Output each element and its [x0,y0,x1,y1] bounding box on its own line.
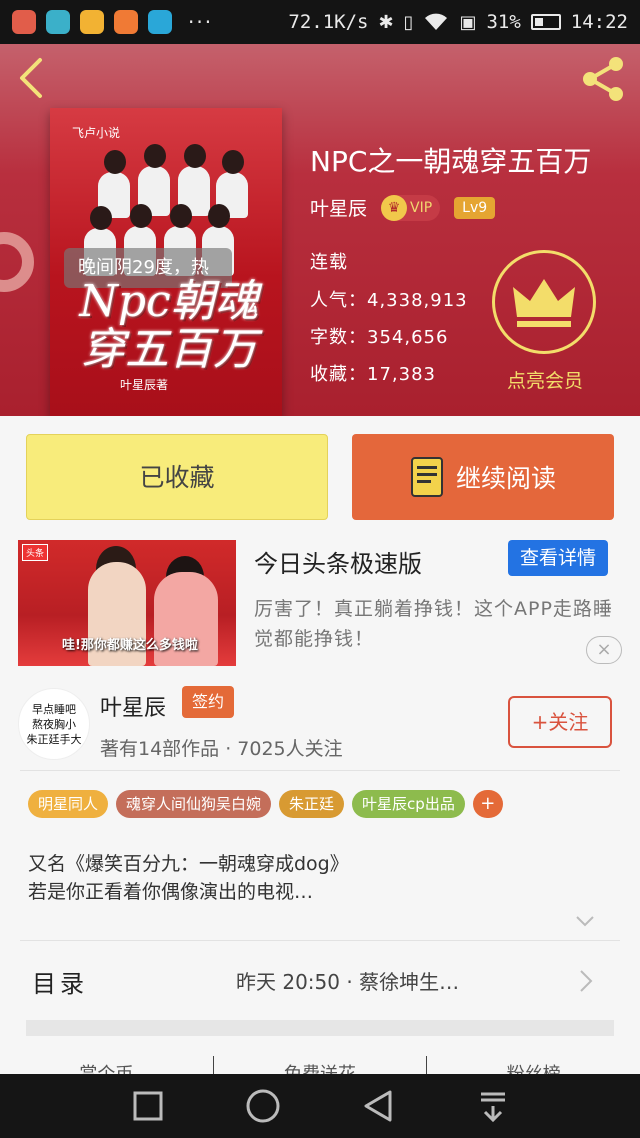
toc-label[interactable]: 目录 [32,964,88,999]
tag-item[interactable]: 明星同人 [28,790,109,818]
back-button[interactable] [12,54,58,104]
avatar-text: 熬夜胸小 [32,717,76,731]
ad-title[interactable]: 今日头条极速版 [254,544,422,579]
notification-icons: ··· [12,10,213,34]
member-button[interactable] [492,250,596,354]
back-nav-icon[interactable] [358,1086,398,1126]
chevron-down-icon[interactable] [574,910,596,932]
tab-send-flowers[interactable]: 免费送花 [214,1056,428,1076]
vip-label: VIP [410,199,433,216]
vibrate-icon: ▯ [403,11,414,33]
book-title: NPC之一朝魂穿五百万 [310,145,592,178]
chevron-right-icon[interactable] [578,968,594,994]
book-intro[interactable]: 又名《爆笑百分九：一朝魂穿成dog》 若是你正看着你偶像演出的电视… [28,850,618,906]
tag-item[interactable]: 朱正廷 [279,790,345,818]
notification-pulldown-icon[interactable] [473,1086,513,1126]
author-name[interactable]: 叶星辰 [100,690,166,722]
author-works: 著有14部作品 · 7025人关注 [100,738,343,760]
crown-icon [513,279,575,327]
intro-line: 又名《爆笑百分九：一朝魂穿成dog》 [28,853,349,875]
app-notification-icon [46,10,70,34]
battery-icon [530,14,561,30]
avatar-text: 早点睡吧 [32,702,76,716]
add-tag-button[interactable]: + [472,790,503,818]
home-icon[interactable] [243,1086,283,1126]
collected-button[interactable]: 已收藏 [26,434,328,520]
app-notification-icon [80,10,104,34]
app-notification-icon [12,10,36,34]
divider [20,770,620,771]
word-count-stat: 字数：354,656 [310,327,449,348]
share-icon [583,57,623,101]
tag-item[interactable]: 魂穿人间仙狗吴白婉 [116,790,272,818]
author-row: 叶星辰 ♛ VIP Lv9 [310,194,496,221]
status-right: 72.1K/s ✱ ▯ ▣ 31% 14:22 [288,11,628,33]
ad-detail-button[interactable]: 查看详情 [508,540,608,576]
section-separator [26,1020,614,1036]
serial-status: 连载 [310,252,348,273]
tab-fan-rank[interactable]: 粉丝榜 [427,1056,640,1076]
book-author[interactable]: 叶星辰 [310,194,367,221]
book-icon [410,457,443,497]
member-label[interactable]: 点亮会员 [480,366,610,393]
intro-line: 若是你正看着你偶像演出的电视… [28,881,314,903]
vip-badge: ♛ VIP [381,194,441,221]
recent-apps-icon[interactable] [128,1086,168,1126]
ad-source-tag: 头条 [22,544,49,561]
book-cover[interactable]: 飞卢小说 晚间阴29度，热 Npc朝魂穿五百万 叶星辰著 [50,108,282,416]
wifi-icon [425,13,448,30]
tab-reward-coin[interactable]: 赏个币 [0,1056,214,1076]
signed-badge: 签约 [182,686,234,718]
tag-list: 明星同人 魂穿人间仙狗吴白婉 朱正廷 叶星辰cp出品 + [28,790,503,818]
chevron-left-icon [20,58,42,98]
share-button[interactable] [578,54,628,104]
tag-item[interactable]: 叶星辰cp出品 [352,790,465,818]
continue-reading-label: 继续阅读 [455,464,556,493]
book-header: 飞卢小说 晚间阴29度，热 Npc朝魂穿五百万 叶星辰著 NPC之一朝魂穿五百万… [0,44,640,416]
ad-close-button[interactable]: × [586,636,622,664]
sim-icon: ▣ [459,11,477,33]
favorites-stat: 收藏：17,383 [310,364,436,385]
bluetooth-icon: ✱ [378,11,394,33]
decorative-ring [0,232,34,292]
cover-publisher-logo: 飞卢小说 [72,126,121,140]
crown-icon: ♛ [381,194,408,221]
toc-latest-chapter[interactable]: 昨天 20:50 · 蔡徐坤生… [236,966,459,995]
cover-author: 叶星辰著 [120,378,169,392]
status-bar: ··· 72.1K/s ✱ ▯ ▣ 31% 14:22 [0,0,640,44]
ad-image[interactable]: 头条 哇!那你都赚这么多钱啦 [18,540,236,666]
clock: 14:22 [570,11,628,33]
ad-caption: 哇!那你都赚这么多钱啦 [62,638,198,653]
level-badge: Lv9 [454,196,496,219]
battery-percent: 31% [486,11,521,33]
app-notification-icon [114,10,138,34]
cover-title-art: Npc朝魂穿五百万 [79,276,259,375]
popularity-stat: 人气：4,338,913 [310,290,468,311]
avatar-text: 朱正廷手大 [26,732,82,746]
author-avatar[interactable]: 早点睡吧 熬夜胸小 朱正廷手大 [18,688,90,760]
reward-tabs: 赏个币 免费送花 粉丝榜 [0,1056,640,1076]
network-speed: 72.1K/s [288,11,369,33]
continue-reading-button[interactable]: 继续阅读 [352,434,614,520]
app-notification-icon [148,10,172,34]
follow-button[interactable]: +关注 [508,696,612,748]
more-notifications-icon: ··· [188,10,214,34]
system-nav-bar [0,1074,640,1138]
ad-description[interactable]: 厉害了！真正躺着挣钱！这个APP走路睡觉都能挣钱！ [254,594,614,654]
divider [20,940,620,941]
